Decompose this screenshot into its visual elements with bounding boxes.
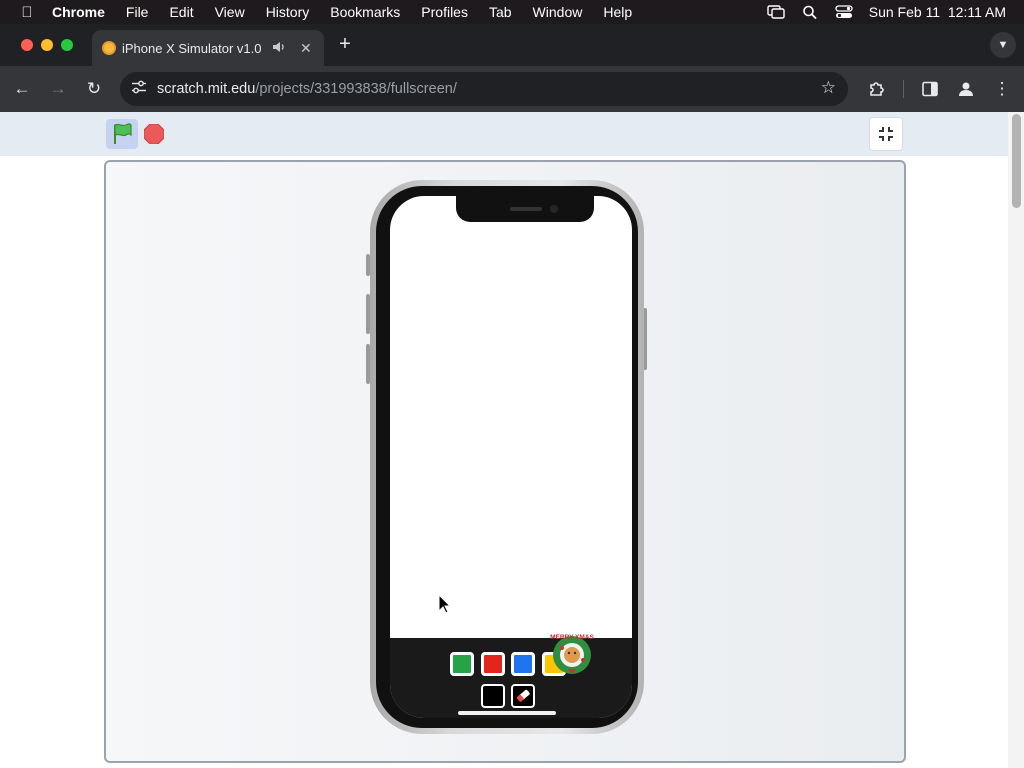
eraser-tool-icon[interactable] bbox=[511, 684, 535, 708]
control-center-icon[interactable] bbox=[835, 5, 853, 19]
tab-audio-icon[interactable] bbox=[272, 41, 286, 56]
exit-fullscreen-button[interactable] bbox=[869, 117, 903, 151]
address-url: scratch.mit.edu/projects/331993838/fulls… bbox=[157, 81, 457, 97]
reload-icon[interactable]: ↻ bbox=[82, 77, 106, 101]
chrome-menu-icon[interactable]: ⋮ bbox=[990, 77, 1014, 101]
menu-profiles[interactable]: Profiles bbox=[421, 4, 468, 20]
green-flag-button[interactable] bbox=[106, 119, 138, 149]
color-swatch-red[interactable] bbox=[481, 652, 505, 676]
phone-home-indicator bbox=[458, 711, 556, 715]
notch-speaker bbox=[510, 207, 542, 211]
page-scrollbar-thumb[interactable] bbox=[1012, 114, 1021, 208]
scratch-controls-bar bbox=[0, 112, 1008, 156]
page-scrollbar-track[interactable] bbox=[1008, 112, 1024, 768]
apple-menu-icon[interactable]:  bbox=[18, 4, 36, 21]
browser-tab-strip: iPhone X Simulator v1.0 ✕ + ▼ bbox=[0, 24, 1024, 66]
stop-button[interactable] bbox=[143, 123, 165, 145]
scratch-fullscreen-page: MERRY XMAS bbox=[0, 112, 1024, 768]
tab-close-icon[interactable]: ✕ bbox=[300, 40, 312, 57]
spotlight-search-icon[interactable] bbox=[801, 5, 819, 19]
menu-edit[interactable]: Edit bbox=[169, 4, 193, 20]
menu-bar-clock[interactable]: Sun Feb 11 12:11 AM bbox=[869, 4, 1006, 20]
new-tab-button[interactable]: + bbox=[334, 34, 356, 56]
forward-arrow-icon[interactable]: → bbox=[46, 77, 70, 101]
scratch-favicon-icon bbox=[102, 41, 116, 55]
mac-menu-bar:  Chrome File Edit View History Bookmark… bbox=[0, 0, 1024, 24]
menu-bar-status-area: Sun Feb 11 12:11 AM bbox=[767, 0, 1006, 24]
color-swatch-black[interactable] bbox=[481, 684, 505, 708]
merry-xmas-wreath-sprite[interactable]: MERRY XMAS bbox=[548, 628, 596, 676]
color-swatch-blue[interactable] bbox=[511, 652, 535, 676]
menu-history[interactable]: History bbox=[266, 4, 310, 20]
browser-toolbar: ← → ↻ scratch.mit.edu/projects/331993838… bbox=[0, 66, 1024, 112]
toolbar-separator bbox=[903, 80, 904, 98]
window-zoom-button[interactable] bbox=[61, 39, 73, 51]
color-swatch-green[interactable] bbox=[450, 652, 474, 676]
menu-view[interactable]: View bbox=[215, 4, 245, 20]
wreath-label: MERRY XMAS bbox=[550, 634, 594, 641]
site-info-icon[interactable] bbox=[130, 80, 148, 98]
screen-mirroring-icon[interactable] bbox=[767, 5, 785, 19]
url-path: /projects/331993838/fullscreen/ bbox=[255, 81, 457, 97]
phone-bezel: MERRY XMAS bbox=[376, 186, 638, 728]
menu-file[interactable]: File bbox=[126, 4, 149, 20]
menu-help[interactable]: Help bbox=[603, 4, 632, 20]
iphone-frame: MERRY XMAS bbox=[370, 180, 644, 734]
tab-search-chevron-icon[interactable]: ▼ bbox=[990, 32, 1016, 58]
mouse-pointer-icon bbox=[438, 593, 452, 614]
window-close-button[interactable] bbox=[21, 39, 33, 51]
unfullscreen-icon bbox=[879, 127, 893, 141]
browser-tab-active[interactable]: iPhone X Simulator v1.0 ✕ bbox=[92, 30, 324, 66]
menu-tab[interactable]: Tab bbox=[489, 4, 512, 20]
url-host: scratch.mit.edu bbox=[157, 81, 256, 97]
notch-camera bbox=[550, 205, 558, 213]
back-arrow-icon[interactable]: ← bbox=[10, 77, 34, 101]
bookmark-star-icon[interactable]: ☆ bbox=[821, 78, 836, 98]
side-panel-icon[interactable] bbox=[918, 77, 942, 101]
profile-avatar-icon[interactable] bbox=[954, 77, 978, 101]
menu-app-chrome[interactable]: Chrome bbox=[52, 4, 105, 20]
menu-bookmarks[interactable]: Bookmarks bbox=[330, 4, 400, 20]
phone-screen[interactable]: MERRY XMAS bbox=[390, 196, 632, 718]
address-bar[interactable]: scratch.mit.edu/projects/331993838/fulls… bbox=[120, 72, 848, 106]
extensions-puzzle-icon[interactable] bbox=[865, 77, 889, 101]
scratch-stage[interactable]: MERRY XMAS bbox=[104, 160, 906, 763]
phone-notch bbox=[456, 196, 594, 222]
tab-title: iPhone X Simulator v1.0 bbox=[122, 40, 262, 56]
window-minimize-button[interactable] bbox=[41, 39, 53, 51]
menu-window[interactable]: Window bbox=[533, 4, 583, 20]
